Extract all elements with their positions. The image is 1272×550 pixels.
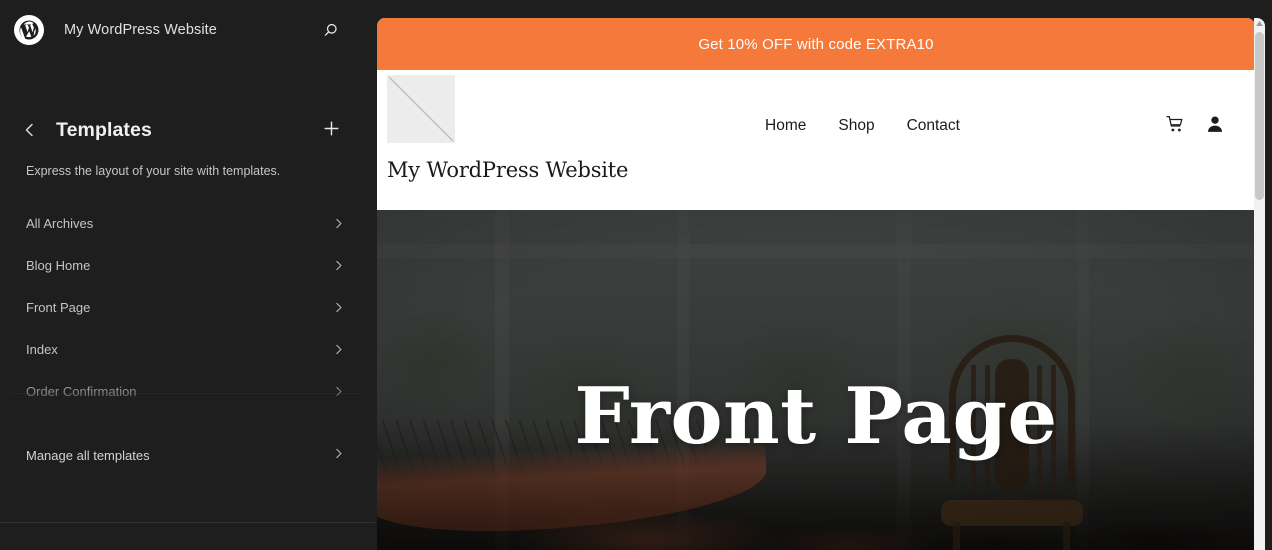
scrollbar-thumb[interactable] xyxy=(1255,32,1264,200)
nav-link-shop[interactable]: Shop xyxy=(838,117,874,135)
sidebar-divider xyxy=(0,522,375,523)
page-title: Templates xyxy=(56,118,152,141)
hero-section: Front Page xyxy=(377,210,1255,550)
manage-all-templates-label: Manage all templates xyxy=(26,447,150,463)
user-account-icon[interactable] xyxy=(1205,114,1225,134)
chevron-right-icon xyxy=(332,343,345,356)
header-icon-group xyxy=(1165,114,1225,134)
shopping-cart-icon[interactable] xyxy=(1165,114,1185,134)
chevron-left-icon[interactable] xyxy=(14,114,46,146)
wordpress-logo-icon[interactable] xyxy=(14,15,44,45)
wordpress-site-editor: My WordPress Website Templates Express t… xyxy=(0,0,1272,550)
site-title: My WordPress Website xyxy=(387,158,629,182)
chevron-right-icon xyxy=(332,217,345,230)
canvas-vertical-scrollbar[interactable] xyxy=(1254,18,1265,550)
chevron-right-icon xyxy=(332,259,345,272)
promo-banner-text: Get 10% OFF with code EXTRA10 xyxy=(698,35,934,53)
sidebar-site-name: My WordPress Website xyxy=(64,22,217,38)
template-label: Index xyxy=(26,341,58,357)
template-label: Page: 404 xyxy=(26,426,85,427)
site-navigation[interactable]: Home Shop Contact xyxy=(765,117,960,135)
search-icon[interactable] xyxy=(315,15,345,45)
chevron-right-icon xyxy=(332,301,345,314)
nav-link-home[interactable]: Home xyxy=(765,117,806,135)
hero-heading: Front Page xyxy=(574,371,1058,462)
list-scroll-divider xyxy=(12,393,363,395)
templates-list[interactable]: All Archives Blog Home Front Page Index xyxy=(0,202,375,427)
editor-canvas-area: Get 10% OFF with code EXTRA10 Home Shop … xyxy=(375,0,1272,550)
scroll-up-arrow-icon[interactable] xyxy=(1254,21,1265,26)
nav-link-contact[interactable]: Contact xyxy=(907,117,960,135)
list-item[interactable]: Blog Home xyxy=(0,244,375,286)
template-label: Blog Home xyxy=(26,257,91,273)
plus-icon[interactable] xyxy=(315,112,347,144)
broken-image-placeholder-icon[interactable] xyxy=(387,75,455,143)
editor-sidebar: My WordPress Website Templates Express t… xyxy=(0,0,375,550)
site-header: Home Shop Contact My WordPress Website xyxy=(377,70,1255,210)
list-item[interactable]: Front Page xyxy=(0,286,375,328)
templates-panel-header: Templates xyxy=(0,108,375,152)
list-item[interactable]: Page: 404 xyxy=(0,412,375,427)
promo-banner[interactable]: Get 10% OFF with code EXTRA10 xyxy=(377,18,1255,70)
site-preview-canvas[interactable]: Get 10% OFF with code EXTRA10 Home Shop … xyxy=(377,18,1255,550)
list-item[interactable]: Index xyxy=(0,328,375,370)
template-label: Front Page xyxy=(26,299,91,315)
chevron-right-icon xyxy=(332,447,345,463)
template-label: All Archives xyxy=(26,215,94,231)
list-item[interactable]: Order Confirmation xyxy=(0,370,375,412)
list-item[interactable]: All Archives xyxy=(0,202,375,244)
template-label: Order Confirmation xyxy=(26,383,137,399)
panel-description: Express the layout of your site with tem… xyxy=(26,164,281,178)
sidebar-topbar: My WordPress Website xyxy=(0,0,375,60)
chevron-right-icon xyxy=(332,385,345,398)
manage-all-templates-button[interactable]: Manage all templates xyxy=(0,434,375,476)
